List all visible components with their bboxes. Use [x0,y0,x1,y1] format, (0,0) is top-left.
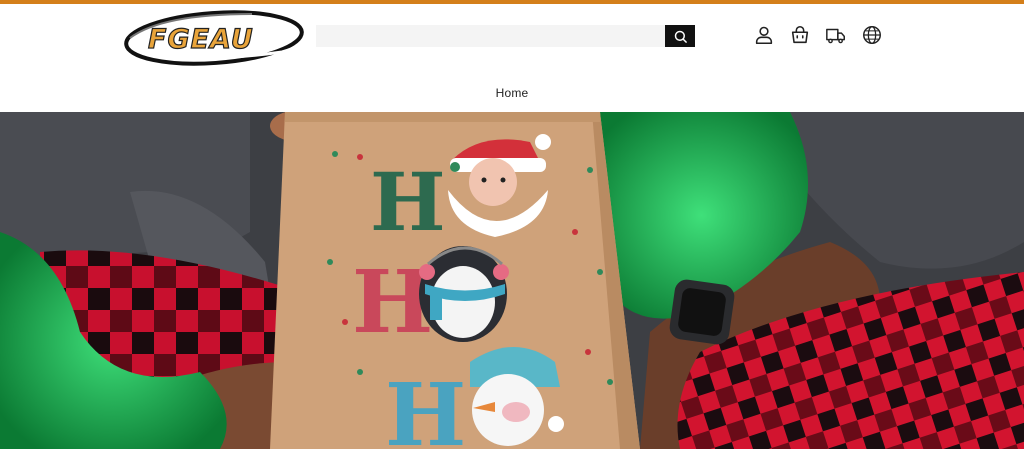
cart-button[interactable] [788,23,812,47]
search-input[interactable] [316,25,665,47]
site-logo[interactable]: FGEAU [122,8,312,68]
bag-letter-h3: H [385,365,466,449]
bag-letter-h1: H [370,155,446,249]
header-icons [752,23,884,47]
shopping-bag-icon [791,25,809,44]
logo-text: FGEAU [147,23,254,55]
search-bar [316,25,695,47]
account-button[interactable] [752,23,776,47]
site-header: FGEAU Home [0,4,1024,112]
hero-banner[interactable]: H H H [0,112,1024,449]
delivery-truck-icon [826,28,845,44]
user-icon [755,26,773,45]
language-button[interactable] [860,23,884,47]
main-nav: Home [0,84,1024,102]
globe-icon [863,26,881,44]
hero-image: H H H [0,112,1024,449]
search-button[interactable] [665,25,695,47]
order-tracking-button[interactable] [824,23,848,47]
search-icon [674,30,687,43]
nav-item-home[interactable]: Home [496,86,529,100]
